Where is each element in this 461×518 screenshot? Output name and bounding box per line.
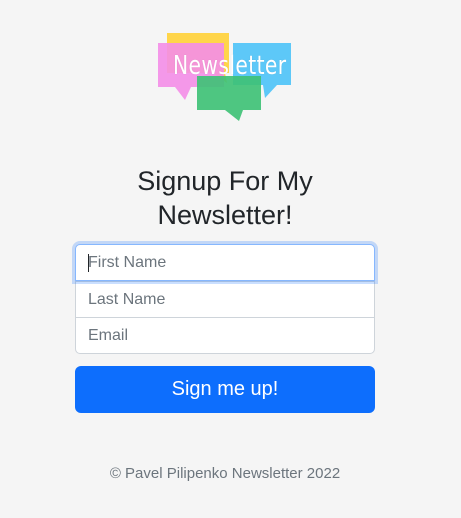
last-name-input[interactable] (75, 281, 375, 318)
text-caret (88, 254, 89, 272)
sign-up-button[interactable]: Sign me up! (75, 366, 375, 413)
first-name-input[interactable] (75, 244, 375, 281)
signup-page: Newsletter Signup For My Newsletter! Sig… (0, 0, 461, 518)
signup-form (75, 244, 375, 354)
newsletter-logo: Newsletter (155, 30, 295, 122)
logo-wordmark: Newsletter (173, 51, 287, 81)
footer-copyright: © Pavel Pilipenko Newsletter 2022 (109, 465, 341, 482)
page-title: Signup For My Newsletter! (137, 166, 313, 230)
email-input[interactable] (75, 317, 375, 354)
